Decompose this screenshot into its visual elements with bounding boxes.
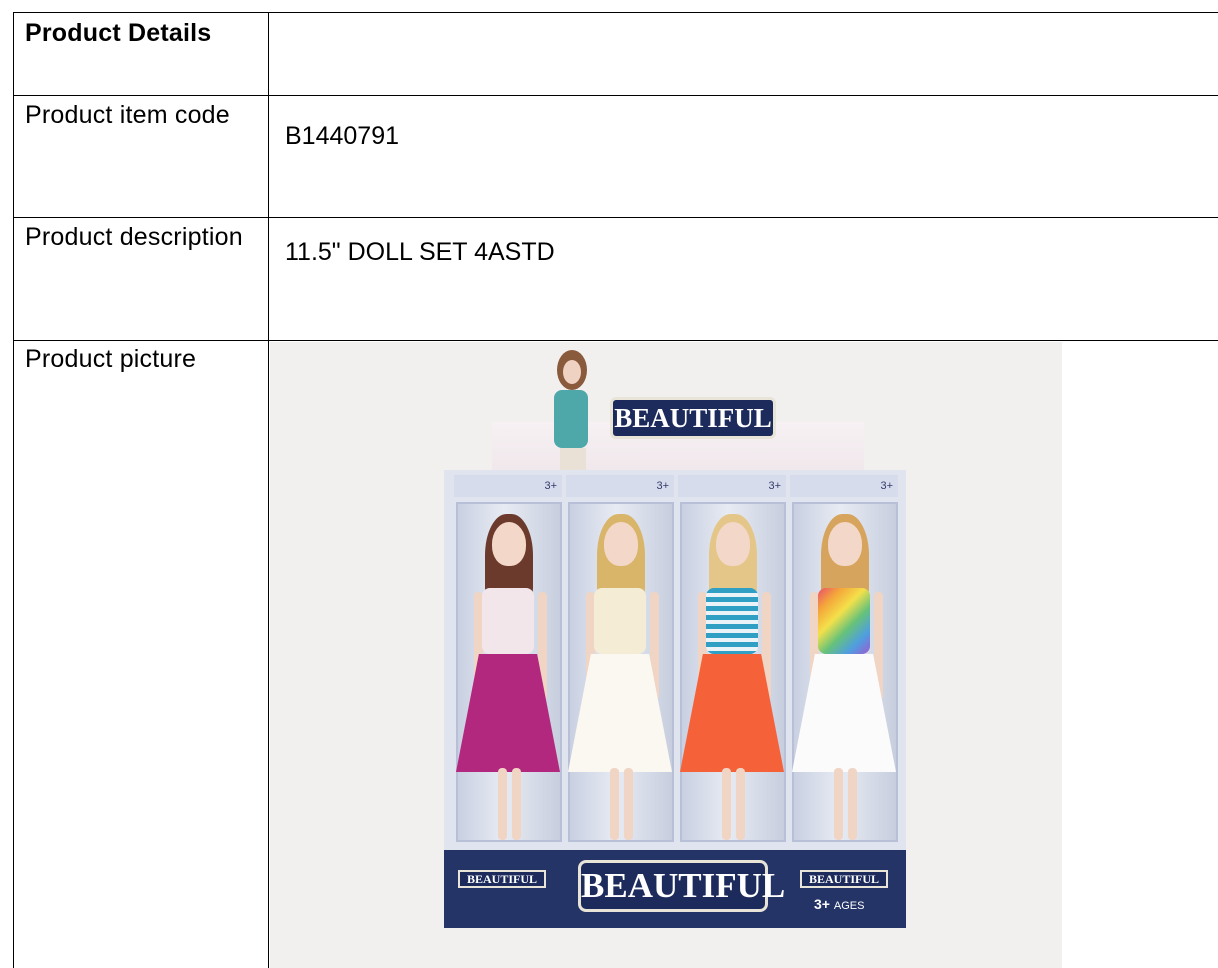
doll-1-top xyxy=(482,588,534,654)
item-code-label: Product item code xyxy=(25,101,230,129)
product-photo: BEAUTIFUL 3+ 3+ 3+ 3+ BEAUTIFUL BEAUTIFU… xyxy=(270,342,1062,968)
age-badge-1: 3+ xyxy=(544,480,557,492)
row-divider-1 xyxy=(13,95,1218,96)
brand-logo-small-right: BEAUTIFUL xyxy=(800,870,888,888)
doll-3-head xyxy=(716,522,750,566)
age-badge-3: 3+ xyxy=(768,480,781,492)
doll-display-box: 3+ 3+ 3+ 3+ BEAUTIFUL BEAUTIFUL BEAUTIFU… xyxy=(444,470,906,928)
age-strip-2: 3+ xyxy=(566,475,674,497)
table-border-left xyxy=(13,12,14,968)
ages-label: 3+ AGES xyxy=(814,896,864,912)
description-value: 11.5" DOLL SET 4ASTD xyxy=(285,238,555,266)
doll-3-leg-left xyxy=(722,768,731,840)
age-strip-4: 3+ xyxy=(790,475,898,497)
doll-1-leg-left xyxy=(498,768,507,840)
doll-4-head xyxy=(828,522,862,566)
brand-logo-small-left: BEAUTIFUL xyxy=(458,870,546,888)
details-heading: Product Details xyxy=(25,19,212,47)
picture-label: Product picture xyxy=(25,345,197,373)
table-border-top xyxy=(13,12,1218,13)
doll-3-leg-right xyxy=(736,768,745,840)
column-divider xyxy=(268,12,269,968)
age-badge-4: 3+ xyxy=(880,480,893,492)
age-strip-1: 3+ xyxy=(454,475,562,497)
doll-2-leg-right xyxy=(624,768,633,840)
doll-4-top xyxy=(818,588,870,654)
item-code-value: B1440791 xyxy=(285,122,400,150)
brand-logo-top: BEAUTIFUL xyxy=(610,397,776,439)
age-strip-3: 3+ xyxy=(678,475,786,497)
fashion-illustration xyxy=(554,350,588,470)
doll-4-leg-left xyxy=(834,768,843,840)
doll-4-leg-right xyxy=(848,768,857,840)
doll-2-top xyxy=(594,588,646,654)
ages-number: 3+ xyxy=(814,896,830,912)
description-label: Product description xyxy=(25,223,243,251)
brand-logo-main: BEAUTIFUL xyxy=(578,860,785,912)
age-badge-2: 3+ xyxy=(656,480,669,492)
doll-2-head xyxy=(604,522,638,566)
row-divider-3 xyxy=(13,340,1218,341)
row-divider-2 xyxy=(13,217,1218,218)
doll-2-leg-left xyxy=(610,768,619,840)
ages-word: AGES xyxy=(833,900,865,912)
doll-3-top xyxy=(706,588,758,654)
doll-1-head xyxy=(492,522,526,566)
box-base: BEAUTIFUL BEAUTIFUL BEAUTIFUL 3+ AGES xyxy=(444,850,906,928)
doll-1-leg-right xyxy=(512,768,521,840)
